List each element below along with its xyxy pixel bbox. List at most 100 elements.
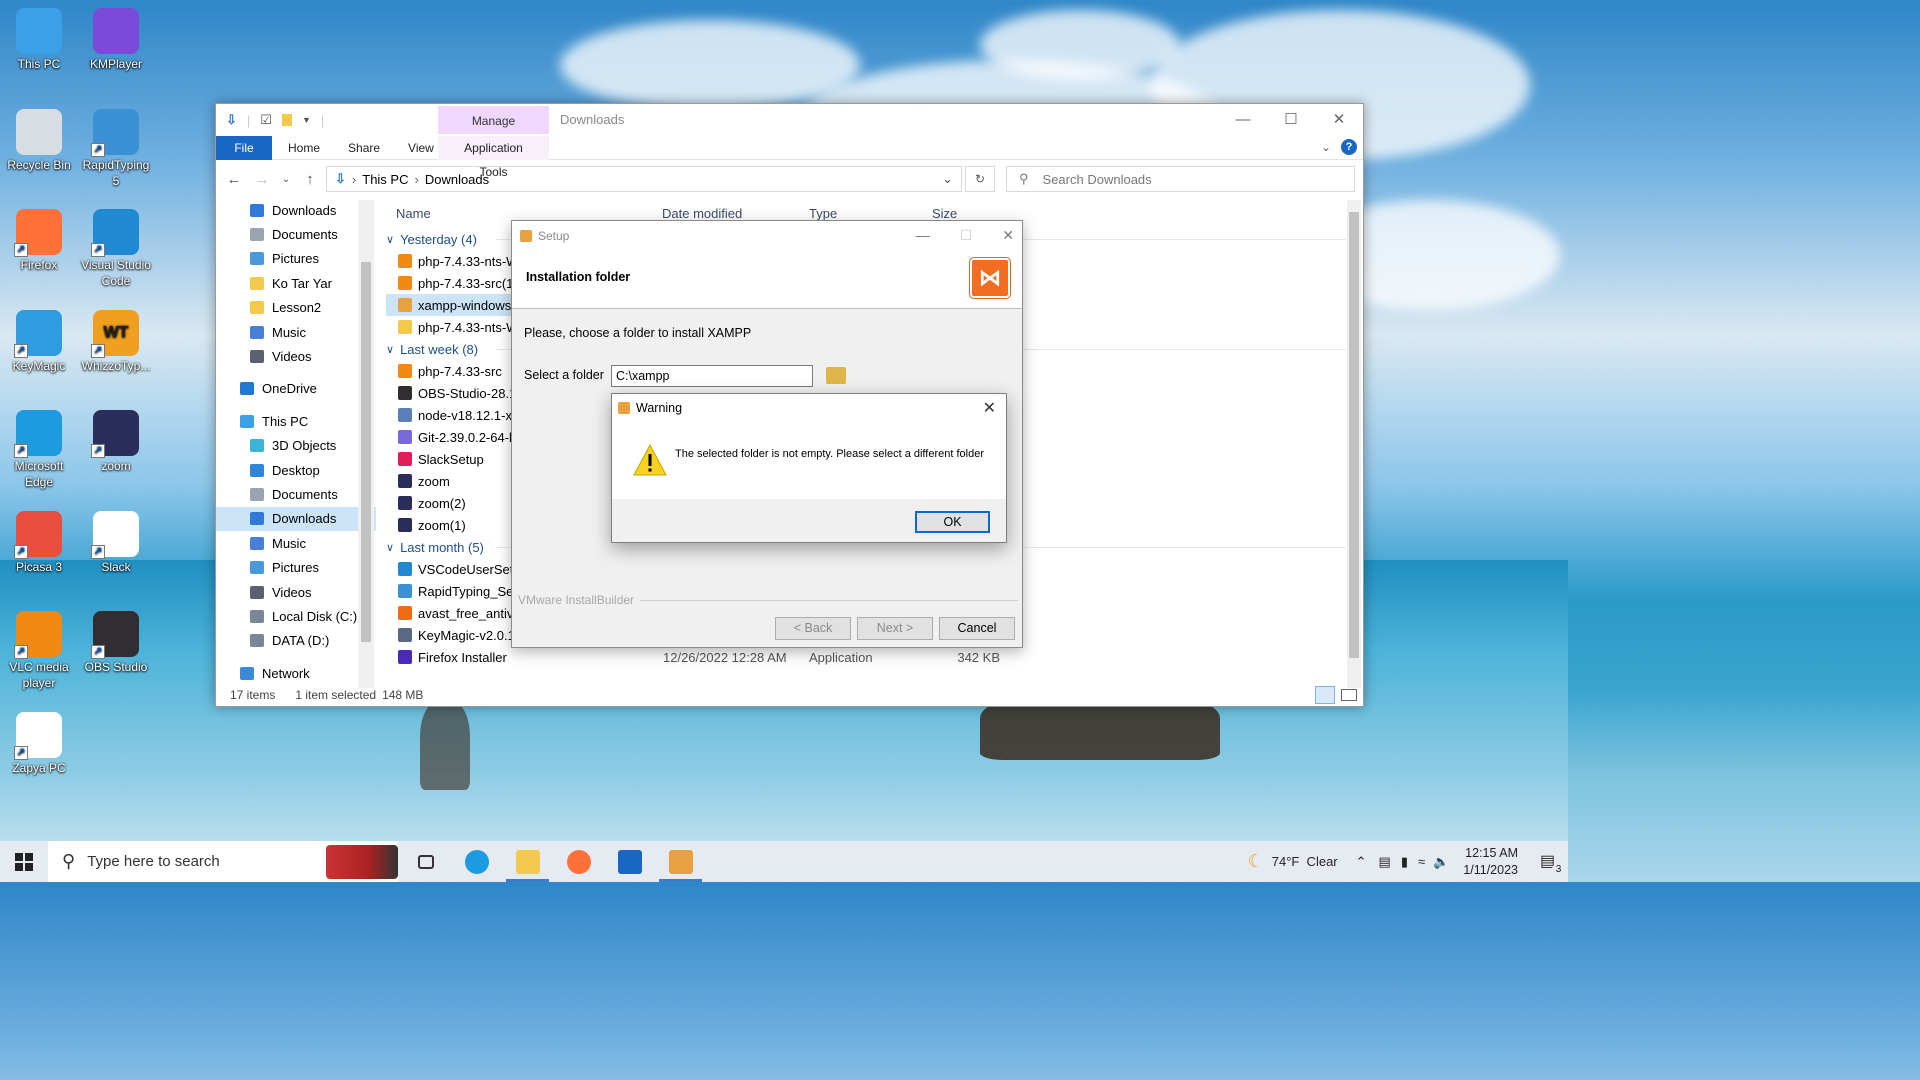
nav-item-desktop[interactable]: Desktop bbox=[216, 458, 376, 482]
nav-item-label: Documents bbox=[272, 227, 338, 243]
ok-button[interactable]: OK bbox=[915, 511, 990, 533]
taskbar-app-firefox[interactable] bbox=[553, 841, 604, 882]
nav-item-ko-tar-yar[interactable]: Ko Tar Yar bbox=[216, 271, 376, 295]
nav-item-network[interactable]: Network bbox=[216, 661, 376, 685]
back-arrow-icon[interactable]: ← bbox=[220, 171, 248, 188]
setup-minimize-button[interactable]: — bbox=[916, 227, 930, 244]
close-button[interactable]: ✕ bbox=[1315, 104, 1363, 134]
address-dropdown-icon[interactable]: ⌄ bbox=[942, 171, 953, 187]
column-type[interactable]: Type bbox=[809, 206, 837, 221]
notifications-button[interactable]: ▤ 3 bbox=[1536, 841, 1568, 882]
warning-message: The selected folder is not empty. Please… bbox=[675, 448, 984, 460]
browse-folder-icon[interactable] bbox=[826, 367, 846, 384]
desktop-icon-slack[interactable]: ↗ Slack bbox=[79, 510, 153, 575]
minimize-button[interactable]: — bbox=[1219, 104, 1267, 134]
breadcrumb-downloads[interactable]: Downloads bbox=[425, 172, 489, 187]
nav-item-music[interactable]: Music bbox=[216, 320, 376, 344]
up-arrow-icon[interactable]: ↑ bbox=[296, 171, 324, 188]
help-icon[interactable]: ? bbox=[1341, 139, 1357, 155]
customize-toolbar-icon[interactable]: ▼ bbox=[302, 115, 311, 125]
large-icons-view-icon[interactable] bbox=[1341, 689, 1357, 701]
file-list-scrollbar[interactable] bbox=[1347, 200, 1361, 688]
volume-icon[interactable]: 🔈 bbox=[1433, 854, 1449, 870]
nav-item-onedrive[interactable]: OneDrive bbox=[216, 377, 376, 401]
nav-item-local-disk-c[interactable]: Local Disk (C:) bbox=[216, 604, 376, 628]
setup-close-button[interactable]: ✕ bbox=[1002, 227, 1014, 244]
nav-item-documents[interactable]: Documents bbox=[216, 482, 376, 506]
taskbar-app-file-explorer[interactable] bbox=[502, 841, 553, 882]
search-box[interactable]: ⚲ Search Downloads bbox=[1006, 166, 1355, 192]
taskbar-app-mail[interactable] bbox=[604, 841, 655, 882]
nav-item-downloads[interactable]: Downloads bbox=[216, 506, 376, 532]
forward-arrow-icon[interactable]: → bbox=[248, 171, 276, 188]
weather-status[interactable]: 74°F Clear bbox=[1272, 854, 1338, 869]
refresh-button[interactable]: ↻ bbox=[965, 166, 995, 192]
wifi-icon[interactable]: ≈ bbox=[1418, 854, 1425, 869]
tab-share[interactable]: Share bbox=[334, 136, 394, 160]
breadcrumb-this-pc[interactable]: This PC bbox=[362, 172, 408, 187]
desktop-icon-this-pc[interactable]: This PC bbox=[2, 8, 76, 72]
obs-icon: ↗ bbox=[91, 611, 139, 659]
nav-item-pictures[interactable]: Pictures❖ bbox=[216, 247, 376, 271]
tab-application-tools[interactable]: Application Tools bbox=[438, 135, 549, 179]
desktop-icon-zapya[interactable]: ↗ Zapya PC bbox=[2, 711, 76, 776]
file-row[interactable]: xampp-windows- bbox=[386, 294, 516, 316]
maximize-button[interactable]: ☐ bbox=[1267, 104, 1315, 134]
nav-item-downloads[interactable]: Downloads❖ bbox=[216, 198, 376, 222]
nav-item-this-pc[interactable]: This PC bbox=[216, 409, 376, 433]
taskbar-app-edge[interactable] bbox=[451, 841, 502, 882]
warning-close-button[interactable]: ✕ bbox=[983, 398, 996, 418]
pictures-icon bbox=[250, 561, 264, 575]
nav-item-lesson2[interactable]: Lesson2 bbox=[216, 296, 376, 320]
desktop-icon-zoom-file[interactable]: ↗ zoom bbox=[79, 410, 153, 474]
desktop-icon-edge[interactable]: ↗ Microsoft Edge bbox=[2, 410, 76, 490]
column-size[interactable]: Size bbox=[932, 206, 957, 221]
nav-item-documents[interactable]: Documents❖ bbox=[216, 222, 376, 246]
navigation-scrollbar[interactable] bbox=[358, 200, 374, 688]
desktop-icon-keymagic[interactable]: ↗ KeyMagic bbox=[2, 309, 76, 374]
tab-home[interactable]: Home bbox=[272, 136, 334, 160]
file-name: avast_free_antivir bbox=[418, 605, 521, 621]
manage-tab[interactable]: Manage bbox=[438, 106, 549, 134]
desktop-icon-firefox[interactable]: ↗ Firefox bbox=[2, 209, 76, 273]
nav-item-data-d[interactable]: DATA (D:) bbox=[216, 629, 376, 653]
nav-item-label: Music bbox=[272, 535, 306, 551]
nav-item-videos[interactable]: Videos bbox=[216, 344, 376, 368]
desktop-icon-vscode[interactable]: ↗ Visual Studio Code bbox=[79, 209, 153, 289]
meet-now-icon[interactable]: ▤ bbox=[1379, 854, 1391, 870]
recent-locations-icon[interactable]: ⌄ bbox=[276, 174, 296, 185]
expand-ribbon-icon[interactable]: ⌄ bbox=[1321, 140, 1331, 154]
desktop-icon-kmplayer[interactable]: KMPlayer bbox=[79, 8, 153, 72]
nav-item-music[interactable]: Music bbox=[216, 531, 376, 555]
desktop-icon-recycle-bin[interactable]: Recycle Bin bbox=[2, 108, 76, 173]
tab-file[interactable]: File bbox=[216, 135, 272, 160]
start-button[interactable] bbox=[0, 841, 48, 882]
desktop-icon-picasa[interactable]: ↗ Picasa 3 bbox=[2, 510, 76, 575]
folder-input[interactable]: C:\xampp bbox=[611, 365, 813, 387]
column-date-modified[interactable]: Date modified bbox=[662, 206, 742, 221]
xampp-setup-icon bbox=[520, 230, 532, 242]
desktop-icon-vlc[interactable]: ↗ VLC media player bbox=[2, 611, 76, 691]
new-folder-icon[interactable] bbox=[281, 114, 292, 126]
file-name: php-7.4.33-nts-W bbox=[418, 319, 519, 335]
nav-item-pictures[interactable]: Pictures bbox=[216, 555, 376, 579]
taskbar-app-xampp-setup[interactable] bbox=[655, 841, 706, 882]
taskbar-app-task-view[interactable] bbox=[400, 841, 451, 882]
desktop-icon-rapidtyping[interactable]: ↗ RapidTyping 5 bbox=[79, 108, 153, 189]
details-view-icon[interactable] bbox=[1315, 686, 1335, 704]
taskbar-search[interactable]: ⚲ Type here to search bbox=[48, 841, 398, 882]
column-name[interactable]: Name bbox=[396, 206, 431, 221]
nav-item-videos[interactable]: Videos bbox=[216, 580, 376, 604]
documents-icon bbox=[250, 228, 264, 242]
desktop-icon-obs[interactable]: ↗ OBS Studio bbox=[79, 611, 153, 675]
file-row[interactable]: Firefox Installer 12/26/2022 12:28 AM Appl… bbox=[386, 646, 1346, 668]
address-bar[interactable]: ⇩ › This PC › Downloads ⌄ bbox=[326, 166, 962, 192]
clock[interactable]: 12:15 AM 1/11/2023 bbox=[1463, 845, 1518, 879]
desktop-icon-whizzotype[interactable]: WT ↗ WhizzoTyp... bbox=[79, 309, 153, 374]
battery-icon[interactable]: ▮ bbox=[1401, 854, 1408, 870]
show-hidden-icons-icon[interactable]: ⌃ bbox=[1356, 854, 1367, 870]
file-size: 342 KB bbox=[957, 649, 1000, 665]
nav-item-3d-objects[interactable]: 3D Objects bbox=[216, 434, 376, 458]
cancel-button[interactable]: Cancel bbox=[939, 617, 1015, 640]
properties-icon[interactable]: ☑ bbox=[260, 112, 272, 128]
